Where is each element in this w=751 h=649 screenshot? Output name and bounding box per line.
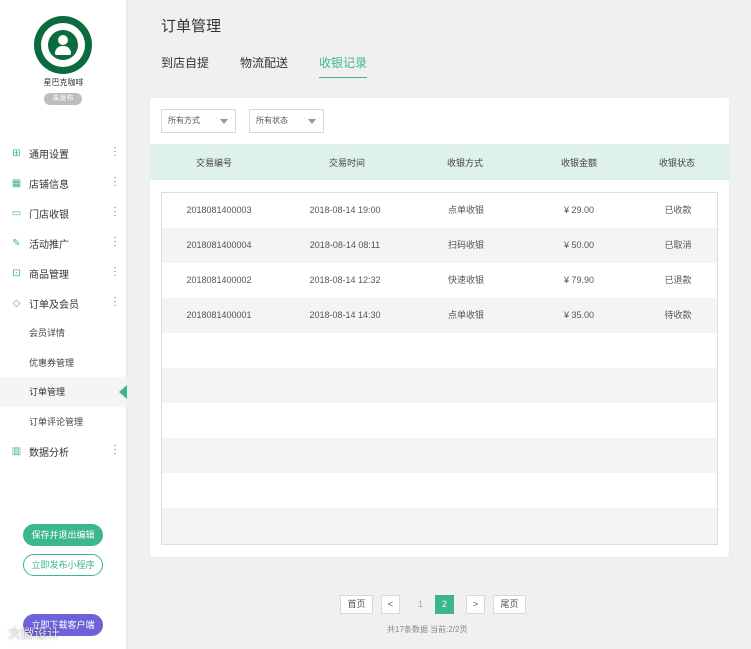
- more-vertical-icon: · · ·: [113, 172, 117, 191]
- caret-down-icon: [308, 119, 316, 124]
- save-and-exit-button[interactable]: 保存并退出编辑: [23, 524, 103, 546]
- column-header-status: 收银状态: [658, 157, 695, 168]
- cell-amount: ¥ 29.00: [563, 205, 595, 215]
- cell-status: 已取消: [664, 240, 692, 250]
- grid-icon: ⊞: [12, 147, 21, 159]
- method-filter-select[interactable]: 所有方式: [161, 109, 236, 133]
- table-row[interactable]: 2018081400002 2018-08-14 12:32 快速收银 ¥ 79…: [162, 263, 717, 298]
- watermark: 大微设计: [8, 626, 61, 641]
- sidebar-subitem-order-management[interactable]: 订单管理: [0, 377, 127, 407]
- page-number-1[interactable]: 1: [411, 595, 430, 614]
- publish-status-badge: 未发布: [44, 93, 82, 105]
- cell-method: 点单收银: [447, 205, 484, 215]
- tab-delivery[interactable]: 物流配送: [240, 54, 288, 78]
- order-tabs: 到店自提 物流配送 收银记录: [161, 54, 398, 78]
- cell-method: 快速收银: [447, 275, 484, 285]
- empty-table-row: [162, 333, 717, 368]
- cell-status: 已收款: [664, 205, 692, 215]
- cell-time: 2018-08-14 19:00: [309, 205, 381, 215]
- caret-down-icon: [220, 119, 228, 124]
- column-header-amount: 收银金额: [560, 157, 597, 168]
- sidebar-item-data-analysis[interactable]: ▥ 数据分析 · · ·: [0, 436, 127, 466]
- cell-status: 待收款: [664, 310, 692, 320]
- more-vertical-icon: · · ·: [113, 440, 117, 459]
- pagination: 首页 < 1 2 > 尾页: [0, 595, 751, 615]
- card-icon: ▭: [11, 207, 22, 219]
- sidebar-item-products[interactable]: ⊡ 商品管理 · · ·: [0, 258, 127, 288]
- sidebar-item-orders-members[interactable]: ◇ 订单及会员 · · ·: [0, 288, 127, 318]
- sidebar-item-store-cashier[interactable]: ▭ 门店收银 · · ·: [0, 198, 127, 228]
- publish-miniprogram-button[interactable]: 立即发布小程序: [23, 554, 103, 576]
- cell-method: 扫码收银: [447, 240, 484, 250]
- diamond-icon: ◇: [12, 297, 21, 309]
- more-vertical-icon: · · ·: [113, 142, 117, 161]
- sidebar-subitem-member-details[interactable]: 会员详情: [0, 318, 127, 348]
- method-filter-value: 所有方式: [168, 116, 200, 125]
- more-vertical-icon: · · ·: [113, 292, 117, 311]
- sidebar-subitem-label: 订单管理: [29, 387, 66, 398]
- sidebar-item-store-info[interactable]: ▦ 店铺信息 · · ·: [0, 168, 127, 198]
- records-table: 2018081400003 2018-08-14 19:00 点单收银 ¥ 29…: [161, 192, 718, 545]
- cell-id: 2018081400002: [186, 275, 252, 285]
- empty-table-row: [162, 368, 717, 403]
- last-page-button[interactable]: 尾页: [493, 595, 526, 614]
- records-card: 所有方式 所有状态 交易编号 交易时间 收银方式 收银金额 收银状态 20180…: [150, 98, 729, 557]
- cell-id: 2018081400003: [186, 205, 252, 215]
- column-header-id: 交易编号: [195, 157, 232, 168]
- table-row[interactable]: 2018081400001 2018-08-14 14:30 点单收银 ¥ 35…: [162, 298, 717, 333]
- page-title: 订单管理: [161, 18, 222, 35]
- sidebar-item-label: 门店收银: [29, 209, 69, 221]
- cell-amount: ¥ 79.90: [563, 275, 595, 285]
- more-vertical-icon: · · ·: [113, 262, 117, 281]
- page-number-2[interactable]: 2: [435, 595, 454, 614]
- sidebar: 星巴克咖啡 未发布 ⊞ 通用设置 · · · ▦ 店铺信息 · · · ▭ 门店收银 ·…: [0, 0, 127, 649]
- gift-icon: ⊡: [12, 267, 21, 279]
- brand-name: 星巴克咖啡: [43, 78, 84, 87]
- cell-status: 已退款: [664, 275, 692, 285]
- table-row[interactable]: 2018081400004 2018-08-14 08:11 扫码收银 ¥ 50…: [162, 228, 717, 263]
- sidebar-item-label: 店铺信息: [29, 179, 69, 191]
- column-header-method: 收银方式: [446, 157, 483, 168]
- more-vertical-icon: · · ·: [113, 202, 117, 221]
- prev-page-button[interactable]: <: [381, 595, 400, 614]
- sidebar-item-label: 商品管理: [29, 269, 69, 281]
- table-row[interactable]: 2018081400003 2018-08-14 19:00 点单收银 ¥ 29…: [162, 193, 717, 228]
- chart-icon: ▥: [11, 445, 22, 457]
- sidebar-item-general-settings[interactable]: ⊞ 通用设置 · · ·: [0, 138, 127, 168]
- status-filter-select[interactable]: 所有状态: [249, 109, 324, 133]
- sidebar-item-label: 活动推广: [29, 239, 69, 251]
- starbucks-logo: [34, 16, 92, 74]
- sidebar-subitem-order-reviews[interactable]: 订单评论管理: [0, 407, 127, 437]
- more-vertical-icon: · · ·: [113, 232, 117, 251]
- sidebar-nav: ⊞ 通用设置 · · · ▦ 店铺信息 · · · ▭ 门店收银 · · · ✎ 活动推广 …: [0, 138, 127, 466]
- status-filter-value: 所有状态: [256, 116, 288, 125]
- tab-pickup[interactable]: 到店自提: [161, 54, 209, 78]
- active-indicator-icon: [119, 385, 127, 399]
- cell-time: 2018-08-14 14:30: [309, 310, 381, 320]
- cell-amount: ¥ 35.00: [563, 310, 595, 320]
- sidebar-item-label: 通用设置: [29, 149, 69, 161]
- sidebar-item-label: 数据分析: [29, 447, 69, 459]
- cell-id: 2018081400001: [186, 310, 252, 320]
- empty-table-row: [162, 403, 717, 438]
- table-header: 交易编号 交易时间 收银方式 收银金额 收银状态: [150, 144, 729, 180]
- cell-method: 点单收银: [447, 310, 484, 320]
- promo-icon: ✎: [12, 237, 21, 249]
- store-icon: ▦: [11, 177, 22, 189]
- cell-time: 2018-08-14 12:32: [309, 275, 381, 285]
- sidebar-item-label: 订单及会员: [29, 299, 79, 311]
- tab-cashier-records[interactable]: 收银记录: [319, 54, 368, 78]
- cell-amount: ¥ 50.00: [563, 240, 595, 250]
- next-page-button[interactable]: >: [466, 595, 485, 614]
- pagination-info: 共17条数据 当前:2/2页: [387, 625, 468, 634]
- empty-table-row: [162, 473, 717, 508]
- sidebar-subitem-coupons[interactable]: 优惠券管理: [0, 348, 127, 378]
- cell-id: 2018081400004: [186, 240, 252, 250]
- sidebar-item-promotion[interactable]: ✎ 活动推广 · · ·: [0, 228, 127, 258]
- empty-table-row: [162, 438, 717, 473]
- first-page-button[interactable]: 首页: [340, 595, 373, 614]
- column-header-time: 交易时间: [328, 157, 365, 168]
- empty-table-row: [162, 508, 717, 544]
- cell-time: 2018-08-14 08:11: [309, 240, 381, 250]
